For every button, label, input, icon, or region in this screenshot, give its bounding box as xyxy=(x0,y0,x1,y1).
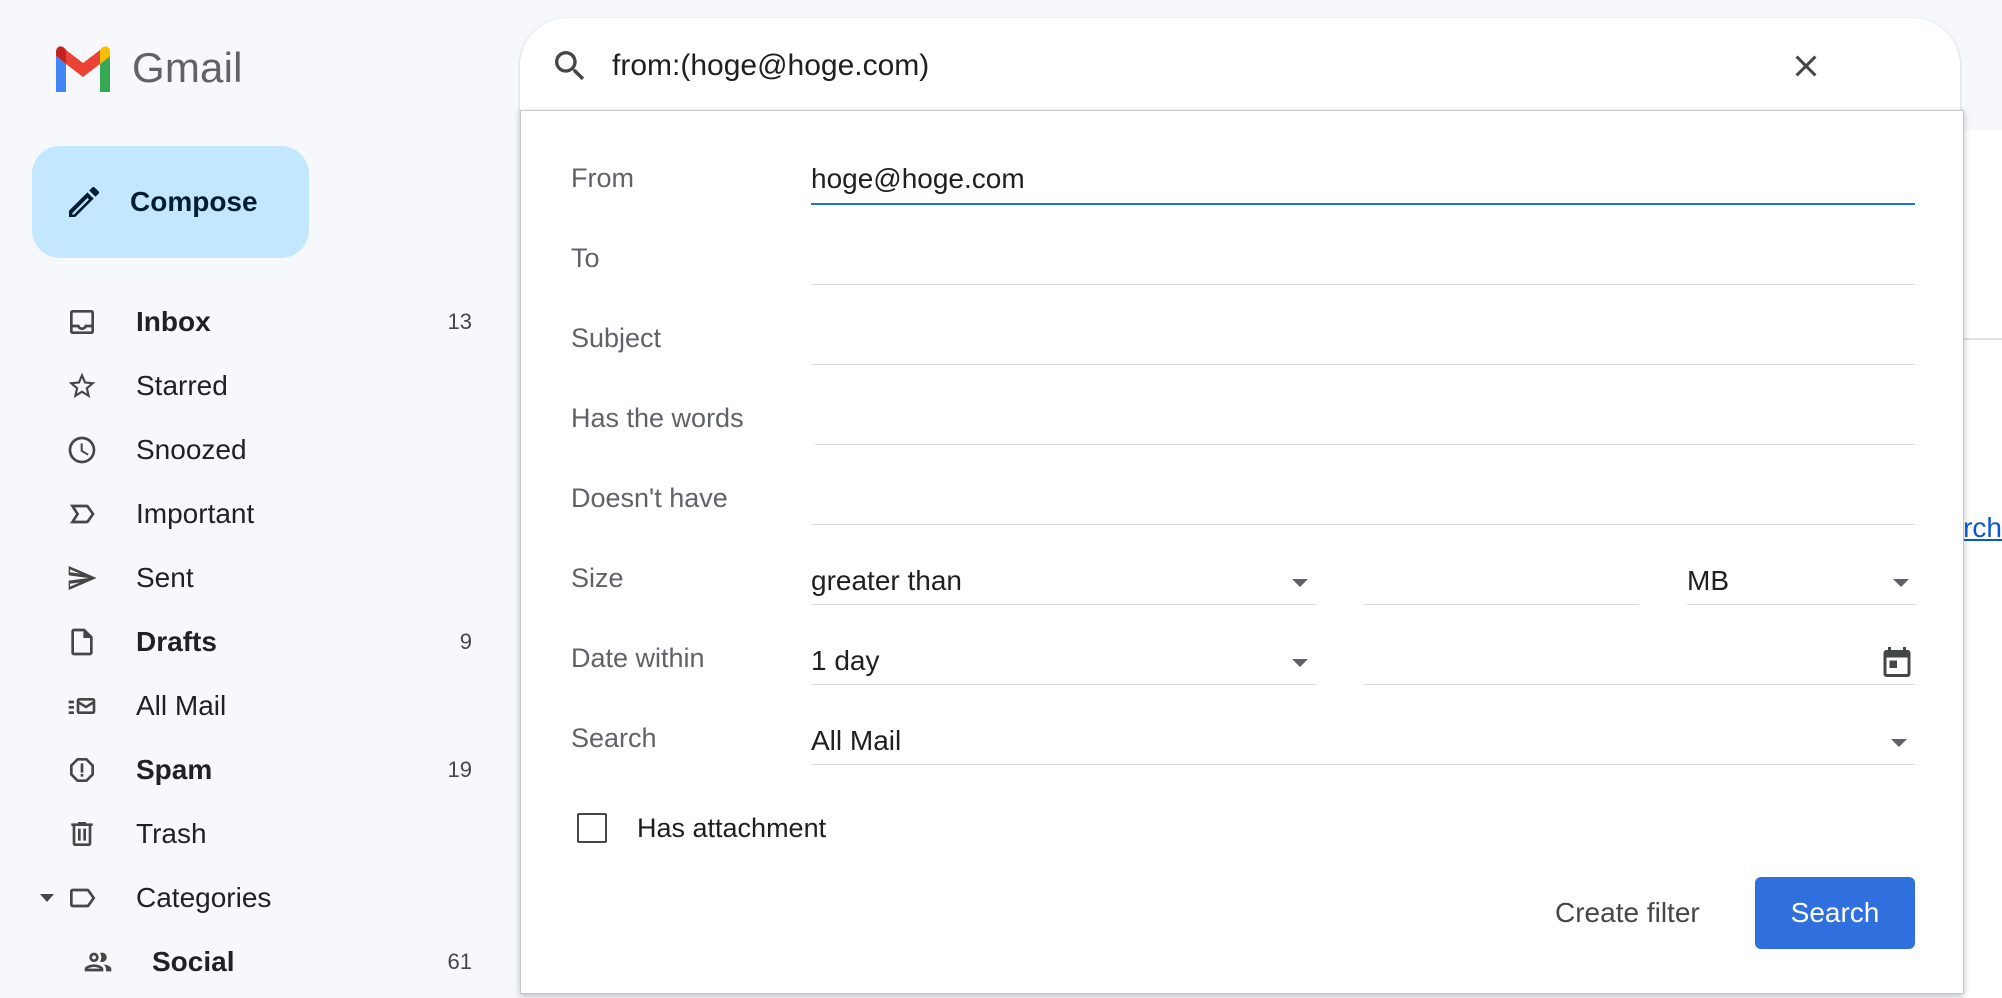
sidebar-item-all-mail[interactable]: All Mail xyxy=(0,674,500,738)
to-label: To xyxy=(571,243,600,273)
sidebar-item-label: Important xyxy=(136,498,255,529)
gmail-logo[interactable]: Gmail xyxy=(52,40,243,96)
star-icon xyxy=(64,370,100,402)
has-attachment-row: Has attachment xyxy=(577,803,826,853)
subject-field[interactable] xyxy=(811,317,1915,365)
advanced-search-panel: From To Subject Has the words Doesn't ha… xyxy=(520,110,1964,994)
clock-icon xyxy=(64,434,100,466)
sidebar-item-drafts[interactable]: Drafts 9 xyxy=(0,610,500,674)
date-within-select[interactable]: 1 day xyxy=(811,637,1316,685)
search-bar xyxy=(520,18,1960,114)
sidebar-item-snoozed[interactable]: Snoozed xyxy=(0,418,500,482)
to-row: To xyxy=(571,231,1915,291)
calendar-icon[interactable] xyxy=(1879,643,1915,686)
subject-input[interactable] xyxy=(811,323,1915,355)
sidebar-item-label: Inbox xyxy=(136,306,211,337)
has-attachment-label: Has attachment xyxy=(637,812,827,843)
has-words-field[interactable] xyxy=(815,397,1915,445)
search-in-label: Search xyxy=(571,723,657,753)
pencil-icon xyxy=(69,186,100,217)
search-in-value: All Mail xyxy=(811,725,902,756)
sidebar-item-label: Drafts xyxy=(136,626,217,657)
subject-label: Subject xyxy=(571,323,662,353)
sidebar-nav: Inbox 13 Starred Snoozed Important Sent … xyxy=(0,290,500,994)
sidebar-item-label: Sent xyxy=(136,562,194,593)
gmail-wordmark: Gmail xyxy=(132,44,243,91)
sidebar-item-social[interactable]: Social 61 xyxy=(0,930,500,994)
size-row: Size greater than MB xyxy=(571,551,1917,611)
label-icon xyxy=(64,882,100,914)
date-field[interactable] xyxy=(1363,637,1915,685)
search-input[interactable] xyxy=(610,48,1710,84)
sidebar-item-label: Categories xyxy=(136,882,272,913)
doesnt-have-label: Doesn't have xyxy=(571,483,728,513)
create-filter-button[interactable]: Create filter xyxy=(1529,877,1726,949)
subject-row: Subject xyxy=(571,311,1915,371)
size-operator-value: greater than xyxy=(811,565,962,596)
sidebar-item-inbox[interactable]: Inbox 13 xyxy=(0,290,500,354)
doesnt-have-row: Doesn't have xyxy=(571,471,1915,531)
people-icon xyxy=(80,946,116,978)
sidebar-item-label: Spam xyxy=(136,754,213,785)
draft-icon xyxy=(64,626,100,658)
has-attachment-checkbox[interactable] xyxy=(577,813,607,843)
sidebar-item-label: Social xyxy=(152,946,235,977)
doesnt-have-input[interactable] xyxy=(811,483,1915,515)
to-input[interactable] xyxy=(811,243,1915,275)
inbox-icon xyxy=(64,306,100,338)
has-words-input[interactable] xyxy=(815,403,1915,435)
spam-icon xyxy=(64,754,100,786)
sidebar-item-label: Snoozed xyxy=(136,434,247,465)
search-icon[interactable] xyxy=(550,46,590,91)
unread-count: 9 xyxy=(459,629,472,654)
sidebar-item-trash[interactable]: Trash xyxy=(0,802,500,866)
sidebar-item-sent[interactable]: Sent xyxy=(0,546,500,610)
date-within-value: 1 day xyxy=(811,645,880,676)
sidebar-item-label: Trash xyxy=(136,818,207,849)
trash-icon xyxy=(64,818,100,850)
close-icon[interactable] xyxy=(1788,48,1824,89)
size-unit-value: MB xyxy=(1687,565,1729,596)
size-value-field[interactable] xyxy=(1363,557,1639,605)
size-unit-select[interactable]: MB xyxy=(1687,557,1917,605)
send-icon xyxy=(64,562,100,594)
sidebar-item-categories[interactable]: Categories xyxy=(0,866,500,930)
dropdown-arrow-icon xyxy=(1891,739,1907,747)
search-button[interactable]: Search xyxy=(1755,877,1915,949)
sidebar-item-starred[interactable]: Starred xyxy=(0,354,500,418)
to-field[interactable] xyxy=(811,237,1915,285)
compose-label: Compose xyxy=(130,186,258,217)
search-in-row: Search All Mail xyxy=(571,711,1915,771)
compose-button[interactable]: Compose xyxy=(32,146,309,258)
unread-count: 13 xyxy=(447,309,472,334)
sidebar-item-spam[interactable]: Spam 19 xyxy=(0,738,500,802)
dropdown-arrow-icon xyxy=(1292,579,1308,587)
size-operator-select[interactable]: greater than xyxy=(811,557,1316,605)
gmail-logo-icon xyxy=(56,46,110,92)
date-row: Date within 1 day xyxy=(571,631,1915,691)
has-words-row: Has the words xyxy=(571,391,1915,451)
unread-count: 19 xyxy=(447,757,472,782)
caret-down-icon[interactable] xyxy=(40,894,54,902)
divider xyxy=(1962,338,2002,340)
dropdown-arrow-icon xyxy=(1893,579,1909,587)
search-in-select[interactable]: All Mail xyxy=(811,717,1915,765)
from-field[interactable] xyxy=(811,157,1915,205)
sidebar-item-label: Starred xyxy=(136,370,228,401)
dropdown-arrow-icon xyxy=(1292,659,1308,667)
sidebar-item-label: All Mail xyxy=(136,690,227,721)
message-list-background xyxy=(1962,130,2002,998)
partial-search-link[interactable]: arch xyxy=(1960,512,2002,544)
all-mail-icon xyxy=(64,690,100,722)
from-row: From xyxy=(571,151,1915,211)
from-label: From xyxy=(571,163,634,193)
doesnt-have-field[interactable] xyxy=(811,477,1915,525)
unread-count: 61 xyxy=(447,949,472,974)
size-label: Size xyxy=(571,563,624,593)
important-icon xyxy=(64,498,100,530)
date-within-label: Date within xyxy=(571,643,705,673)
from-input[interactable] xyxy=(811,163,1915,195)
sidebar-item-important[interactable]: Important xyxy=(0,482,500,546)
has-words-label: Has the words xyxy=(571,403,744,433)
